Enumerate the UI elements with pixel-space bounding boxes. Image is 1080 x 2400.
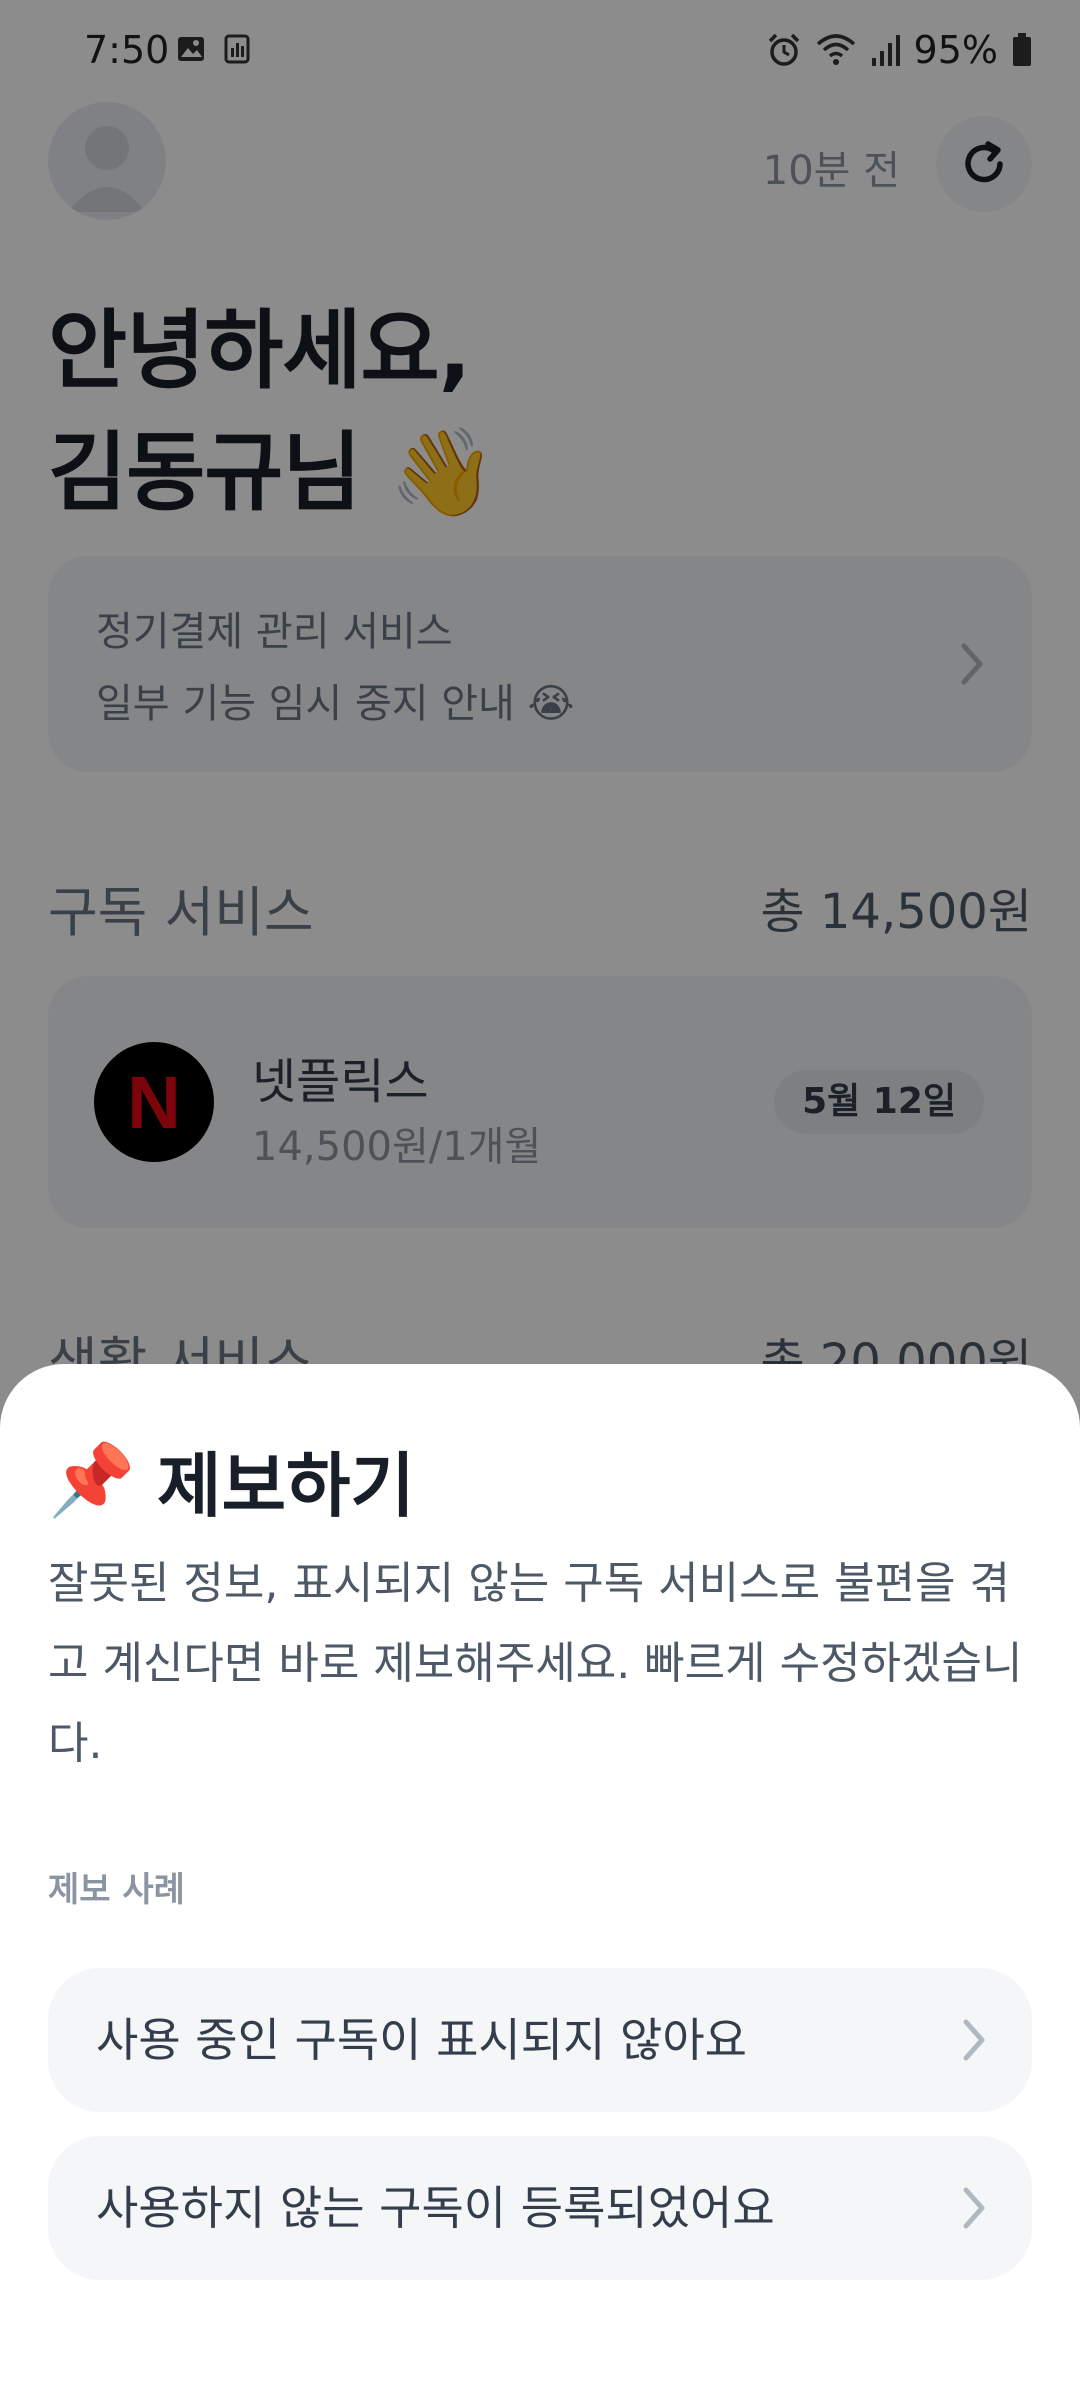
option-label: 사용하지 않는 구독이 등록되었어요: [96, 2181, 775, 2235]
option-label: 사용 중인 구독이 표시되지 않아요: [96, 2013, 747, 2067]
report-option-missing-subscription[interactable]: 사용 중인 구독이 표시되지 않아요: [48, 1968, 1032, 2112]
chevron-right-icon: [963, 2019, 985, 2061]
pushpin-icon: 📌: [48, 1439, 136, 1521]
report-bottom-sheet: 📌 제보하기 잘못된 정보, 표시되지 않는 구독 서비스로 불편을 겪고 계신…: [0, 1364, 1080, 2400]
chevron-right-icon: [963, 2187, 985, 2229]
sheet-title-text: 제보하기: [157, 1445, 415, 1527]
report-option-unused-subscription[interactable]: 사용하지 않는 구독이 등록되었어요: [48, 2136, 1032, 2280]
sheet-description: 잘못된 정보, 표시되지 않는 구독 서비스로 불편을 겪고 계신다면 바로 제…: [48, 1558, 1023, 1769]
examples-label: 제보 사례: [48, 1870, 185, 1910]
sheet-title: 📌 제보하기: [48, 1430, 415, 1531]
